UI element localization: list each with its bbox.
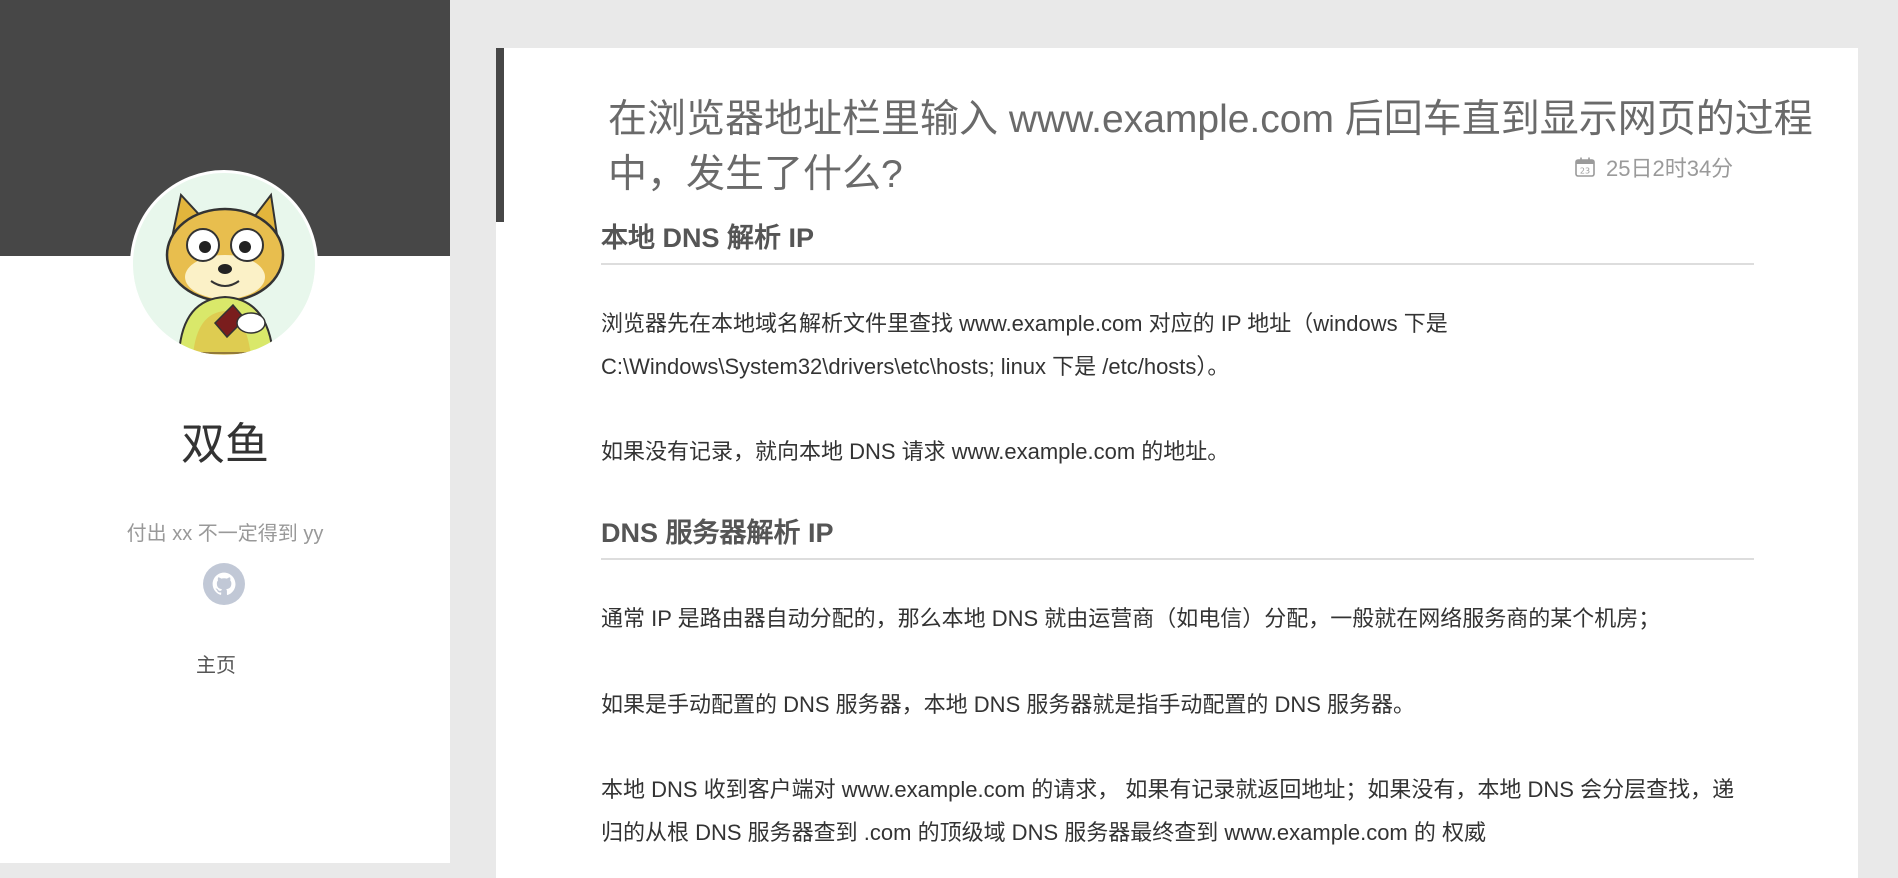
site-name: 双鱼 — [181, 419, 269, 470]
github-link[interactable] — [203, 563, 245, 605]
article-title: 在浏览器地址栏里输入 www.example.com 后回车直到显示网页的过程中… — [608, 98, 1813, 196]
sidebar: 双鱼 付出 xx 不一定得到 yy 主页 — [0, 0, 450, 863]
paragraph: 通常 IP 是路由器自动分配的，那么本地 DNS 就由运营商（如电信）分配，一般… — [601, 606, 1661, 631]
paragraph: 本地 DNS 收到客户端对 www.example.com 的请求， 如果有记录… — [601, 777, 1735, 845]
paragraph: 浏览器先在本地域名解析文件里查找 www.example.com 对应的 IP … — [601, 311, 1448, 379]
section-heading: DNS 服务器解析 IP — [601, 511, 1754, 560]
doge-avatar-image — [133, 173, 315, 355]
paragraph: 如果没有记录，就向本地 DNS 请求 www.example.com 的地址。 — [601, 439, 1230, 464]
avatar[interactable] — [130, 170, 318, 358]
article: 在浏览器地址栏里输入 www.example.com 后回车直到显示网页的过程中… — [496, 48, 1858, 878]
paragraph: 如果是手动配置的 DNS 服务器，本地 DNS 服务器就是指手动配置的 DNS … — [601, 692, 1416, 717]
article-accent-bar — [496, 48, 504, 222]
home-link[interactable]: 主页 — [0, 649, 432, 678]
svg-text:23: 23 — [1580, 167, 1590, 176]
site-description: 付出 xx 不一定得到 yy — [126, 523, 324, 545]
section-heading: 本地 DNS 解析 IP — [601, 216, 1754, 265]
github-icon — [212, 572, 236, 595]
article-date-text: 25日2时34分 — [1606, 156, 1734, 181]
calendar-icon: 23 — [1575, 157, 1595, 177]
article-date: 23 25日2时34分 — [1574, 151, 1733, 183]
